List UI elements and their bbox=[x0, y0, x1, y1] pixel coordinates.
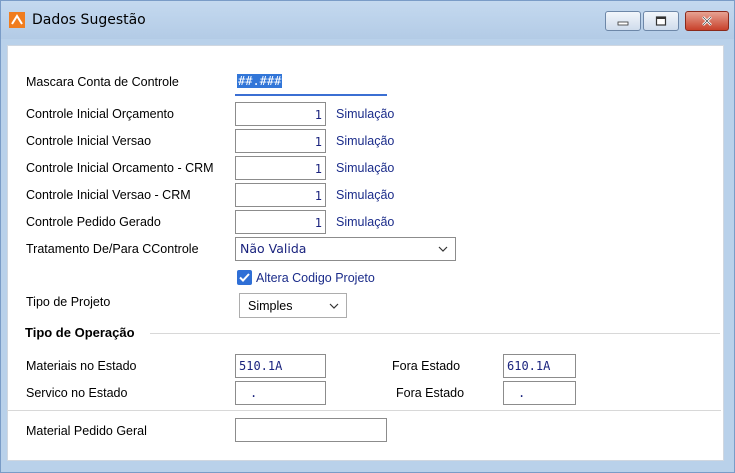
controle-pedido-gerado-input[interactable]: 1 bbox=[235, 210, 326, 234]
materiais-estado-value: 510.1A bbox=[239, 359, 283, 373]
controle-inicial-orcamento-crm-input[interactable]: 1 bbox=[235, 156, 326, 180]
simulacao-link-versao[interactable]: Simulação bbox=[336, 134, 394, 148]
altera-codigo-label[interactable]: Altera Codigo Projeto bbox=[256, 271, 375, 285]
mascara-label: Mascara Conta de Controle bbox=[26, 75, 179, 89]
servico-estado-label: Servico no Estado bbox=[26, 386, 128, 400]
title-bar[interactable]: Dados Sugestão bbox=[1, 1, 734, 39]
controle-inicial-orcamento-label: Controle Inicial Orçamento bbox=[26, 107, 174, 121]
tipo-projeto-label: Tipo de Projeto bbox=[26, 295, 111, 309]
simulacao-link-pedido[interactable]: Simulação bbox=[336, 215, 394, 229]
controle-inicial-orcamento-input[interactable]: 1 bbox=[235, 102, 326, 126]
tipo-projeto-select[interactable]: Simples bbox=[239, 293, 347, 318]
minimize-button[interactable] bbox=[605, 11, 641, 31]
minimize-icon bbox=[606, 12, 640, 30]
app-icon bbox=[9, 12, 25, 28]
materiais-estado-label: Materiais no Estado bbox=[26, 359, 137, 373]
simulacao-link-versao-crm[interactable]: Simulação bbox=[336, 188, 394, 202]
controle-pedido-gerado-label: Controle Pedido Gerado bbox=[26, 215, 161, 229]
tratamento-select[interactable]: Não Valida bbox=[235, 237, 456, 261]
close-button[interactable] bbox=[685, 11, 729, 31]
chevron-down-icon bbox=[328, 299, 340, 316]
materiais-fora-estado-label: Fora Estado bbox=[392, 359, 461, 373]
materiais-estado-input[interactable]: 510.1A bbox=[235, 354, 326, 378]
close-icon bbox=[686, 12, 728, 30]
altera-codigo-checkbox[interactable] bbox=[237, 270, 252, 285]
servico-fora-estado-input[interactable]: . bbox=[503, 381, 576, 405]
servico-fora-estado-label: Fora Estado bbox=[396, 386, 465, 400]
servico-estado-input[interactable]: . bbox=[235, 381, 326, 405]
mascara-value: ##.### bbox=[237, 74, 283, 88]
bottom-divider bbox=[7, 410, 721, 411]
section-divider bbox=[150, 333, 720, 334]
material-pedido-geral-input[interactable] bbox=[235, 418, 387, 442]
controle-inicial-versao-crm-input[interactable]: 1 bbox=[235, 183, 326, 207]
controle-inicial-versao-input[interactable]: 1 bbox=[235, 129, 326, 153]
simulacao-link-orcamento-crm[interactable]: Simulação bbox=[336, 161, 394, 175]
materiais-fora-estado-input[interactable]: 610.1A bbox=[503, 354, 576, 378]
servico-estado-value: . bbox=[250, 386, 258, 400]
controle-inicial-versao-crm-label: Controle Inicial Versao - CRM bbox=[26, 188, 191, 202]
window-title: Dados Sugestão bbox=[32, 12, 146, 28]
maximize-icon bbox=[644, 12, 678, 30]
mascara-input[interactable]: ##.### bbox=[235, 69, 387, 96]
maximize-button[interactable] bbox=[643, 11, 679, 31]
chevron-down-icon bbox=[437, 242, 449, 259]
servico-fora-estado-value: . bbox=[518, 386, 526, 400]
tipo-operacao-heading: Tipo de Operação bbox=[25, 325, 135, 340]
controle-inicial-versao-label: Controle Inicial Versao bbox=[26, 134, 152, 148]
controle-inicial-orcamento-crm-label: Controle Inicial Orcamento - CRM bbox=[26, 161, 214, 175]
tipo-projeto-value: Simples bbox=[248, 299, 293, 313]
material-pedido-geral-label: Material Pedido Geral bbox=[26, 424, 147, 438]
materiais-fora-estado-value: 610.1A bbox=[507, 359, 551, 373]
checkmark-icon bbox=[239, 273, 250, 282]
tratamento-value: Não Valida bbox=[240, 241, 307, 256]
tratamento-label: Tratamento De/Para CControle bbox=[26, 242, 199, 256]
simulacao-link-orcamento[interactable]: Simulação bbox=[336, 107, 394, 121]
